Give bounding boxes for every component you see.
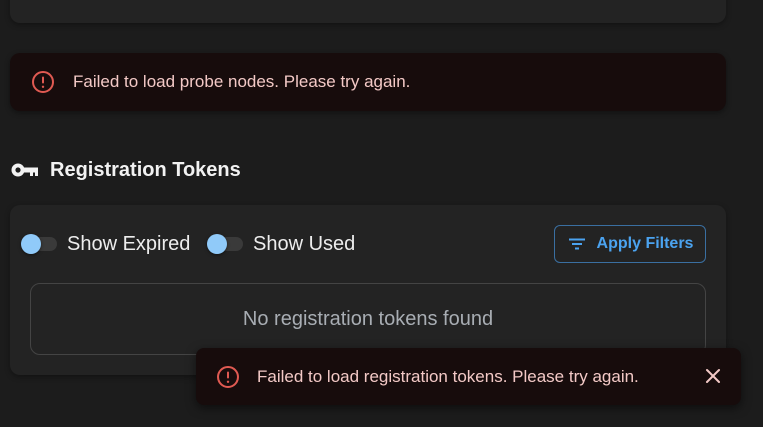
empty-state-message: No registration tokens found (242, 307, 494, 330)
apply-filters-button[interactable]: Apply Filters (554, 225, 706, 263)
switch-thumb[interactable] (207, 234, 227, 254)
empty-state-box: No registration tokens found (30, 283, 706, 355)
error-outline-icon (216, 365, 240, 389)
close-icon[interactable] (703, 366, 723, 386)
previous-section-card (10, 0, 726, 23)
probe-nodes-error-alert: Failed to load probe nodes. Please try a… (10, 53, 726, 111)
probe-nodes-error-message: Failed to load probe nodes. Please try a… (73, 72, 411, 91)
show-used-switch[interactable] (207, 225, 243, 263)
section-title: Registration Tokens (50, 158, 241, 181)
error-outline-icon (31, 70, 55, 94)
apply-filters-label: Apply Filters (596, 235, 694, 252)
show-expired-switch[interactable] (21, 225, 57, 263)
filters-bar: Show Expired Show Used Apply Filters (10, 225, 726, 263)
show-expired-toggle[interactable]: Show Expired (21, 225, 190, 263)
filter-list-icon (567, 234, 587, 254)
switch-thumb[interactable] (21, 234, 41, 254)
error-toast: Failed to load registration tokens. Plea… (196, 348, 741, 405)
key-icon (11, 156, 39, 184)
registration-tokens-header: Registration Tokens (11, 155, 241, 185)
show-used-toggle[interactable]: Show Used (207, 225, 355, 263)
show-used-label: Show Used (253, 232, 356, 255)
toast-message: Failed to load registration tokens. Plea… (257, 366, 639, 386)
show-expired-label: Show Expired (67, 232, 191, 255)
page: Failed to load probe nodes. Please try a… (0, 0, 763, 427)
